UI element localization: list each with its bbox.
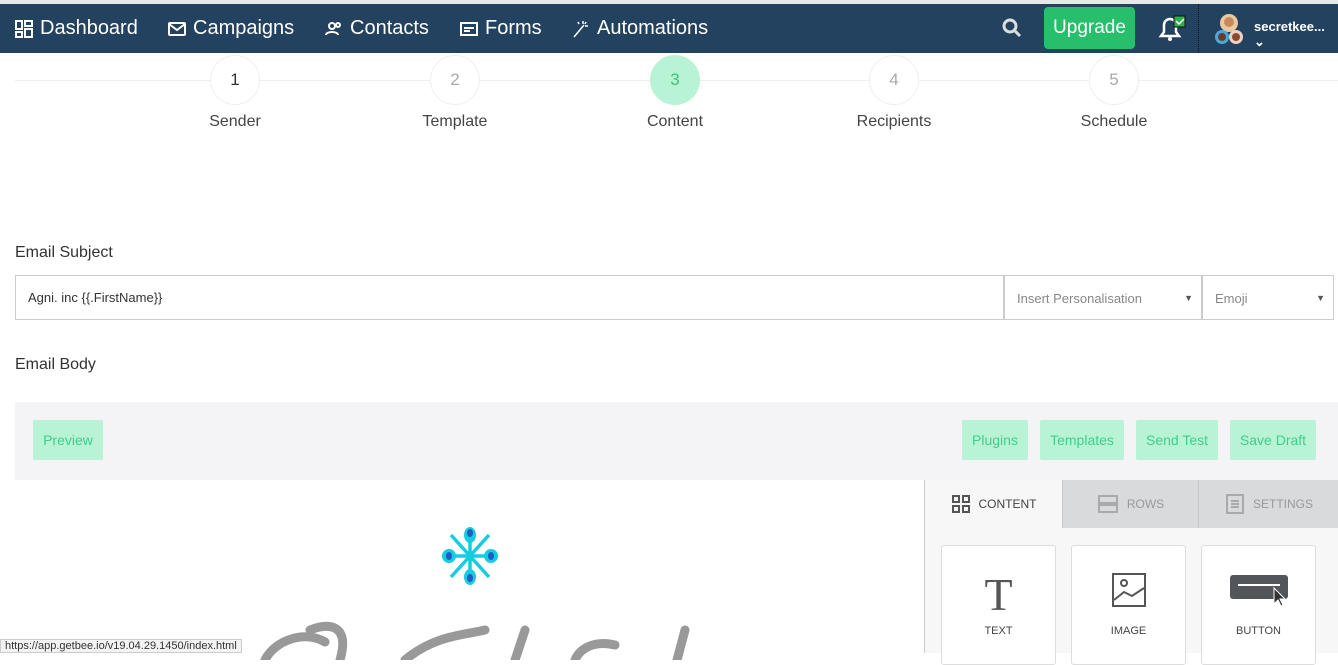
nav-label: Contacts	[350, 17, 429, 39]
tab-label: SETTINGS	[1252, 497, 1313, 511]
step-template[interactable]: 2 Template	[395, 55, 515, 131]
step-number: 3	[650, 55, 700, 105]
preview-button[interactable]: Preview	[33, 420, 103, 460]
nav-campaigns[interactable]: Campaigns	[167, 4, 294, 53]
nav-label: Forms	[485, 17, 542, 39]
chevron-down-icon: ⌄	[1254, 34, 1265, 49]
envelope-icon	[168, 21, 186, 36]
user-menu[interactable]: secretkee... ⌄	[1254, 19, 1338, 50]
tab-rows[interactable]: ROWS	[1062, 480, 1198, 528]
block-image[interactable]: IMAGE	[1071, 545, 1186, 665]
button-icon	[1202, 572, 1315, 608]
tab-label: CONTENT	[978, 497, 1037, 511]
personalisation-label: Insert Personalisation	[1017, 291, 1143, 306]
rows-icon	[1097, 495, 1118, 513]
logo-icon	[442, 527, 498, 585]
save-draft-button[interactable]: Save Draft	[1230, 420, 1316, 460]
email-subject-label: Email Subject	[15, 244, 113, 261]
emoji-label: Emoji	[1215, 291, 1248, 306]
nav-label: Automations	[597, 17, 709, 39]
tab-label: ROWS	[1126, 497, 1165, 511]
grid-icon	[951, 495, 970, 513]
step-label: Template	[422, 113, 488, 130]
nav-label: Dashboard	[40, 17, 138, 39]
dashboard-icon	[15, 19, 33, 38]
top-nav: Dashboard Campaigns Contacts Forms Autom…	[0, 4, 1338, 53]
send-test-button[interactable]: Send Test	[1136, 420, 1218, 460]
tab-content[interactable]: CONTENT	[925, 480, 1062, 528]
step-number: 5	[1089, 55, 1139, 105]
contacts-icon	[325, 21, 341, 35]
settings-doc-icon	[1225, 494, 1244, 514]
block-text[interactable]: T TEXT	[941, 545, 1056, 665]
nav-dashboard[interactable]: Dashboard	[14, 4, 138, 53]
emoji-select[interactable]: Emoji ▼	[1202, 275, 1334, 320]
block-label: BUTTON	[1235, 625, 1282, 637]
dropdown-arrow-icon: ▼	[1316, 293, 1325, 303]
step-recipients[interactable]: 4 Recipients	[834, 55, 954, 131]
nav-contacts[interactable]: Contacts	[324, 4, 429, 53]
personalisation-select[interactable]: Insert Personalisation ▼	[1004, 275, 1202, 320]
editor-side-panel: CONTENT ROWS SETTINGS T TEXT IMAGE BUTTO…	[924, 480, 1338, 665]
editor-toolbar: Preview Plugins Templates Send Test Save…	[15, 402, 1338, 480]
avatar[interactable]	[1214, 13, 1244, 45]
step-number: 4	[869, 55, 919, 105]
block-button[interactable]: BUTTON	[1201, 545, 1316, 665]
tab-settings[interactable]: SETTINGS	[1198, 480, 1338, 528]
upgrade-button[interactable]: Upgrade	[1044, 7, 1135, 49]
block-label: TEXT	[984, 625, 1013, 637]
nav-divider	[1198, 4, 1199, 53]
email-body-label: Email Body	[15, 356, 96, 373]
block-label: IMAGE	[1110, 625, 1147, 637]
magic-wand-icon	[573, 20, 588, 37]
templates-button[interactable]: Templates	[1040, 420, 1124, 460]
step-number: 2	[430, 55, 480, 105]
step-label: Sender	[209, 113, 261, 130]
email-subject-input[interactable]: Agni. inc {{.FirstName}}	[15, 275, 1004, 320]
nav-label: Campaigns	[193, 17, 295, 39]
email-canvas[interactable]	[15, 480, 924, 660]
step-schedule[interactable]: 5 Schedule	[1054, 55, 1174, 131]
username: secretkee...	[1254, 19, 1325, 34]
dropdown-arrow-icon: ▼	[1184, 293, 1193, 303]
nav-forms[interactable]: Forms	[459, 4, 542, 53]
search-icon[interactable]	[1002, 18, 1022, 38]
script-heading-image	[260, 621, 690, 660]
plugins-button[interactable]: Plugins	[962, 420, 1028, 460]
step-label: Recipients	[856, 113, 932, 130]
step-label: Schedule	[1080, 113, 1148, 130]
step-number: 1	[210, 55, 260, 105]
step-label: Content	[646, 113, 704, 130]
bell-icon[interactable]	[1155, 14, 1187, 44]
nav-automations[interactable]: Automations	[571, 4, 708, 53]
text-icon: T	[984, 569, 1013, 620]
step-sender[interactable]: 1 Sender	[175, 55, 295, 131]
form-icon	[460, 21, 478, 36]
image-icon	[1072, 572, 1185, 608]
status-bar-url: https://app.getbee.io/v19.04.29.1450/ind…	[0, 639, 242, 653]
step-content[interactable]: 3 Content	[615, 55, 735, 131]
